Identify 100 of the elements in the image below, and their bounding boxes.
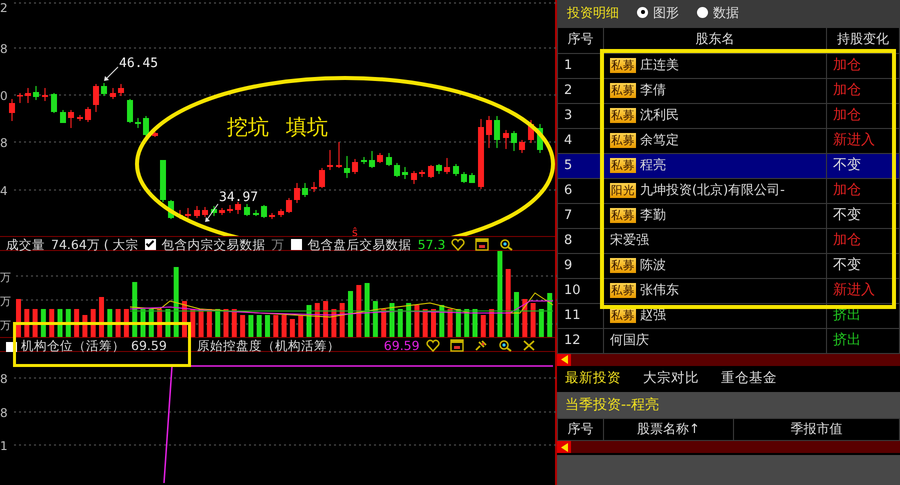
volume-bar [298, 315, 304, 337]
volume-bar [314, 303, 320, 337]
volume-bar [547, 293, 552, 337]
radio-option[interactable]: 数据 [697, 4, 739, 24]
volume-bar [514, 292, 519, 337]
volume-bar [148, 309, 154, 337]
volume-bar [530, 303, 536, 337]
fund-type-tag: 私募 [610, 208, 636, 223]
volume-bar [323, 301, 328, 337]
holding-change: 加仓 [833, 107, 861, 124]
candlestick [9, 98, 15, 122]
column-header: 股票名称↑ [604, 418, 734, 441]
radio-option[interactable]: 图形 [637, 4, 679, 24]
checkbox-option[interactable]: 包含盘后交易数据 [290, 237, 412, 252]
axis-label: 8 [0, 406, 8, 420]
tab[interactable]: 重仓基金 [721, 368, 777, 388]
candlestick [211, 206, 217, 216]
volume-bar [232, 309, 237, 337]
candlestick [194, 206, 200, 218]
arrow [104, 66, 118, 81]
volume-bar [489, 309, 494, 337]
candlestick [235, 202, 241, 214]
candlestick [185, 208, 191, 218]
volume-bar [49, 309, 54, 337]
candlestick [25, 88, 31, 104]
candlestick [369, 150, 375, 168]
volume-bar [240, 315, 246, 337]
volume-bar [265, 315, 270, 337]
candlestick [51, 92, 57, 114]
candlestick [17, 92, 23, 104]
candlestick [352, 158, 358, 174]
volume-bar [439, 305, 444, 337]
candlestick [227, 204, 233, 214]
candlestick [411, 170, 417, 184]
axis-label: 8 [0, 372, 8, 386]
annotation-text: 挖坑 [227, 115, 269, 139]
volume-reading: 57.3 [418, 237, 446, 252]
pin-icon [474, 339, 488, 352]
column-header: 序号 [558, 27, 604, 54]
candlestick [528, 120, 534, 144]
checkbox-option[interactable]: 包含内宗交易数据 [144, 237, 266, 252]
indicator-value: 69.59 [131, 338, 167, 353]
name-text: 庄连美 [640, 58, 679, 73]
volume-bar [456, 309, 461, 337]
volume-bar [124, 309, 129, 337]
candlestick [177, 210, 183, 220]
volume-bar [390, 303, 394, 337]
indicator-reading: 69.59 [384, 338, 420, 353]
candlestick [419, 170, 425, 178]
volume-bar [157, 309, 162, 337]
volume-bar [174, 267, 179, 337]
candlestick [361, 156, 367, 164]
volume-bar [16, 299, 21, 337]
volume-bar [414, 305, 420, 337]
volume-bar [273, 315, 278, 337]
candlestick [160, 160, 166, 202]
holding-change: 加仓 [833, 82, 861, 98]
name-text: 赵强 [640, 308, 666, 323]
volume-bar [256, 315, 262, 337]
fund-type-tag: 私募 [610, 282, 636, 298]
name-text: 余笃定 [640, 132, 679, 148]
holding-change: 加仓 [833, 232, 861, 248]
candlestick [286, 198, 292, 214]
volume-bar [331, 309, 336, 337]
candlestick [428, 164, 434, 178]
holding-change: 加仓 [833, 57, 861, 74]
name-text: 何国庆 [610, 332, 649, 348]
volume-bar [290, 319, 295, 337]
candlestick [278, 208, 284, 218]
candlestick [68, 110, 74, 128]
tab[interactable]: 最新投资 [565, 368, 621, 388]
volume-bar [448, 309, 453, 337]
candlestick [85, 106, 91, 122]
name-text: 程亮 [640, 158, 666, 173]
name-text: 陈波 [640, 258, 666, 273]
volume-bar [182, 301, 187, 337]
axis-label: 8 [0, 42, 8, 56]
name-text: 宋爱强 [610, 232, 649, 248]
name-text: 李倩 [640, 82, 666, 98]
close-icon [522, 339, 536, 352]
scrollbar[interactable] [557, 441, 900, 454]
unit-label: 万 [272, 237, 285, 252]
volume-bar [140, 309, 146, 337]
volume-bar [372, 301, 378, 337]
formula-name: 原始控盘度（机构活筹） [196, 338, 340, 353]
panel-title: 投资明细 [567, 4, 619, 23]
volume-bar [381, 309, 386, 337]
volume-bar [74, 309, 80, 337]
zoom-icon [499, 238, 514, 251]
volume-bar [398, 309, 403, 337]
candlestick [101, 82, 107, 96]
scrollbar[interactable] [557, 354, 900, 366]
volume-bar [406, 303, 412, 337]
holding-change: 不变 [833, 257, 861, 274]
volume-bar [224, 309, 228, 337]
volume-bar [198, 309, 204, 337]
left-arrow-icon [560, 355, 568, 364]
tab[interactable]: 大宗对比 [643, 368, 699, 388]
heart-icon [451, 238, 466, 251]
volume-value: 74.64万 ( 大宗 [51, 237, 139, 252]
